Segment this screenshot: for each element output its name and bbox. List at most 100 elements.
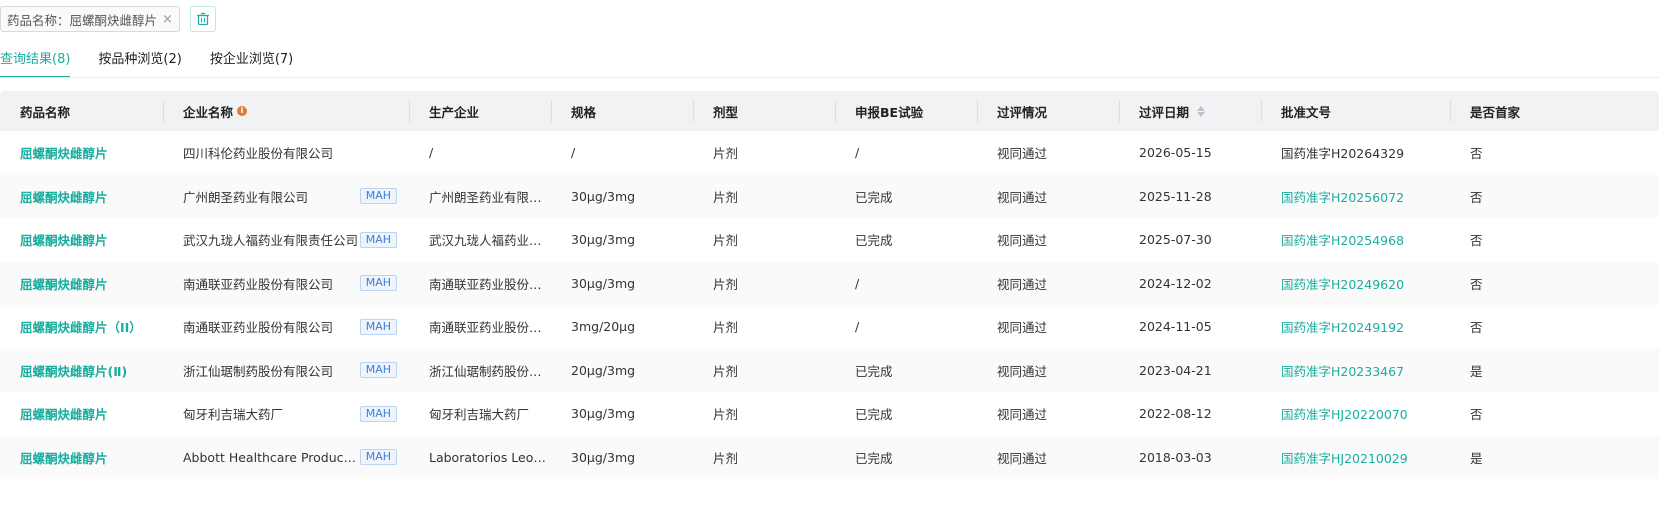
table-row: 屈螺酮炔雌醇片 Abbott Healthcare Products … MAH …	[0, 435, 1659, 480]
dosage-form-value: 片剂	[713, 407, 739, 423]
header-spec: 规格	[551, 91, 693, 131]
cell-spec: 20μg/3mg	[551, 349, 693, 393]
close-icon[interactable]: ×	[162, 12, 173, 27]
drug-name-link[interactable]: 屈螺酮炔雌醇片	[20, 274, 108, 293]
drug-name-link[interactable]: 屈螺酮炔雌醇片	[20, 187, 108, 206]
cell-evaluation-date: 2018-03-03	[1119, 436, 1261, 480]
approval-number-link[interactable]: 国药准字HJ20220070	[1281, 404, 1408, 423]
cell-manufacturer: /	[409, 131, 551, 175]
cell-is-first: 否	[1450, 392, 1659, 436]
approval-number-link[interactable]: 国药准字H20249620	[1281, 274, 1404, 293]
header-company-name-label: 企业名称	[183, 104, 234, 120]
cell-evaluation-status: 视同通过	[977, 349, 1119, 393]
drug-name-link[interactable]: 屈螺酮炔雌醇片	[20, 143, 108, 162]
cell-company: 匈牙利吉瑞大药厂 MAH	[163, 392, 409, 436]
evaluation-status-value: 视同通过	[997, 276, 1048, 292]
cell-approval-number: 国药准字HJ20210029	[1261, 436, 1450, 480]
drug-name-link[interactable]: 屈螺酮炔雌醇片	[20, 404, 108, 423]
sort-icon[interactable]	[1197, 105, 1206, 117]
cell-be-trial: 已完成	[835, 392, 977, 436]
is-first-value: 否	[1470, 189, 1483, 205]
cell-manufacturer: 南通联亚药业股份…	[409, 305, 551, 349]
be-trial-value: 已完成	[855, 450, 893, 466]
is-first-value: 否	[1470, 320, 1483, 336]
mah-badge: MAH	[359, 188, 397, 205]
header-evaluation-date[interactable]: 过评日期	[1119, 91, 1261, 131]
cell-manufacturer: 匈牙利吉瑞大药厂	[409, 392, 551, 436]
approval-number-link[interactable]: 国药准字H20254968	[1281, 230, 1404, 249]
cell-company: 武汉九珑人福药业有限责任公司 MAH	[163, 218, 409, 262]
approval-number-link[interactable]: 国药准字H20233467	[1281, 361, 1404, 380]
evaluation-date-value: 2023-04-21	[1139, 362, 1212, 378]
drug-name-link[interactable]: 屈螺酮炔雌醇片	[20, 230, 108, 249]
cell-spec: 30μg/3mg	[551, 218, 693, 262]
cell-dosage-form: 片剂	[693, 218, 835, 262]
filter-tag-drug-name[interactable]: 药品名称：屈螺酮炔雌醇片 ×	[0, 6, 180, 32]
info-icon[interactable]: i	[237, 106, 248, 116]
be-trial-value: /	[855, 145, 860, 161]
manufacturer-name: 武汉九珑人福药业…	[429, 233, 542, 249]
header-drug-name: 药品名称	[0, 91, 163, 131]
drug-name-link[interactable]: 屈螺酮炔雌醇片(Ⅱ)	[20, 361, 127, 380]
cell-be-trial: /	[835, 305, 977, 349]
spec-value: 30μg/3mg	[571, 406, 636, 422]
cell-company: 南通联亚药业股份有限公司 MAH	[163, 262, 409, 306]
cell-dosage-form: 片剂	[693, 131, 835, 175]
filter-tag-label: 药品名称：屈螺酮炔雌醇片	[7, 12, 158, 28]
clear-filters-button[interactable]	[189, 6, 216, 32]
cell-evaluation-date: 2024-11-05	[1119, 305, 1261, 349]
cell-evaluation-status: 视同通过	[977, 175, 1119, 219]
drug-name-link[interactable]: 屈螺酮炔雌醇片	[20, 448, 108, 467]
evaluation-date-value: 2024-12-02	[1139, 275, 1212, 291]
cell-be-trial: /	[835, 262, 977, 306]
spec-value: 30μg/3mg	[571, 449, 636, 465]
cell-manufacturer: 武汉九珑人福药业…	[409, 218, 551, 262]
cell-evaluation-status: 视同通过	[977, 131, 1119, 175]
evaluation-date-value: 2026-05-15	[1139, 145, 1212, 161]
trash-icon	[196, 12, 209, 26]
table-body: 屈螺酮炔雌醇片 四川科伦药业股份有限公司 / / 片剂 / 视同通过 2026-…	[0, 131, 1659, 479]
cell-be-trial: 已完成	[835, 349, 977, 393]
evaluation-date-value: 2018-03-03	[1139, 449, 1212, 465]
header-manufacturer-label: 生产企业	[429, 104, 480, 120]
cell-drug-name: 屈螺酮炔雌醇片	[0, 392, 163, 436]
table-row: 屈螺酮炔雌醇片 四川科伦药业股份有限公司 / / 片剂 / 视同通过 2026-…	[0, 131, 1659, 175]
mah-badge: MAH	[359, 449, 397, 466]
drug-name-link[interactable]: 屈螺酮炔雌醇片（II）	[20, 317, 142, 336]
cell-be-trial: /	[835, 131, 977, 175]
table-row: 屈螺酮炔雌醇片（II） 南通联亚药业股份有限公司 MAH 南通联亚药业股份… 3m…	[0, 305, 1659, 349]
evaluation-status-value: 视同通过	[997, 189, 1048, 205]
approval-number-link[interactable]: 国药准字H20256072	[1281, 187, 1404, 206]
results-table: 药品名称 企业名称 i 生产企业 规格 剂型 申报BE试验 过评情况 过评日期 批…	[0, 91, 1659, 479]
evaluation-status-value: 视同通过	[997, 407, 1048, 423]
cell-drug-name: 屈螺酮炔雌醇片	[0, 262, 163, 306]
cell-company: 广州朗圣药业有限公司 MAH	[163, 175, 409, 219]
is-first-value: 否	[1470, 276, 1483, 292]
manufacturer-name: 广州朗圣药业有限…	[429, 189, 542, 205]
cell-manufacturer: 南通联亚药业股份…	[409, 262, 551, 306]
is-first-value: 是	[1470, 363, 1483, 379]
cell-evaluation-date: 2022-08-12	[1119, 392, 1261, 436]
cell-dosage-form: 片剂	[693, 392, 835, 436]
cell-manufacturer: Laboratorios Leo…	[409, 436, 551, 480]
cell-be-trial: 已完成	[835, 175, 977, 219]
cell-is-first: 否	[1450, 131, 1659, 175]
spec-value: /	[571, 145, 576, 161]
cell-dosage-form: 片剂	[693, 349, 835, 393]
cell-drug-name: 屈螺酮炔雌醇片	[0, 218, 163, 262]
approval-number-link[interactable]: 国药准字HJ20210029	[1281, 448, 1408, 467]
evaluation-date-value: 2025-07-30	[1139, 232, 1212, 248]
dosage-form-value: 片剂	[713, 146, 739, 162]
approval-number-link[interactable]: 国药准字H20249192	[1281, 317, 1404, 336]
table-row: 屈螺酮炔雌醇片 匈牙利吉瑞大药厂 MAH 匈牙利吉瑞大药厂 30μg/3mg 片剂…	[0, 392, 1659, 436]
tab-browse-by-variety[interactable]: 按品种浏览(2)	[98, 50, 181, 78]
is-first-value: 否	[1470, 233, 1483, 249]
be-trial-value: 已完成	[855, 407, 893, 423]
tab-query-results[interactable]: 查询结果(8)	[0, 50, 71, 78]
tab-browse-by-company[interactable]: 按企业浏览(7)	[210, 50, 293, 78]
tabs-divider	[0, 77, 1659, 78]
spec-value: 30μg/3mg	[571, 275, 636, 291]
cell-manufacturer: 广州朗圣药业有限…	[409, 175, 551, 219]
cell-evaluation-date: 2024-12-02	[1119, 262, 1261, 306]
cell-is-first: 否	[1450, 218, 1659, 262]
